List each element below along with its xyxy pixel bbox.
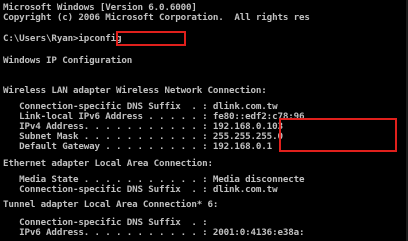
ipv6-address-line: IPv6 Address. . . . . . . . . . . : 2001… xyxy=(3,227,305,238)
ethernet-adapter-heading: Ethernet adapter Local Area Connection: xyxy=(3,158,213,169)
command-prompt-window[interactable]: Microsoft Windows [Version 6.0.6000] Cop… xyxy=(0,0,408,241)
ethernet-dns-suffix-line: Connection-specific DNS Suffix . : dlink… xyxy=(3,184,278,195)
ip-config-heading: Windows IP Configuration xyxy=(3,55,133,66)
copyright-line: Copyright (c) 2006 Microsoft Corporation… xyxy=(3,12,310,23)
wireless-adapter-heading: Wireless LAN adapter Wireless Network Co… xyxy=(3,85,267,96)
default-gateway-line: Default Gateway . . . . . . . . . : 192.… xyxy=(3,141,273,152)
command-highlight-box xyxy=(116,31,186,46)
tunnel-adapter-heading: Tunnel adapter Local Area Connection* 6: xyxy=(3,199,219,210)
prompt-command-line[interactable]: C:\Users\Ryan>ipconfig xyxy=(3,33,122,44)
network-values-highlight-box xyxy=(279,118,397,152)
